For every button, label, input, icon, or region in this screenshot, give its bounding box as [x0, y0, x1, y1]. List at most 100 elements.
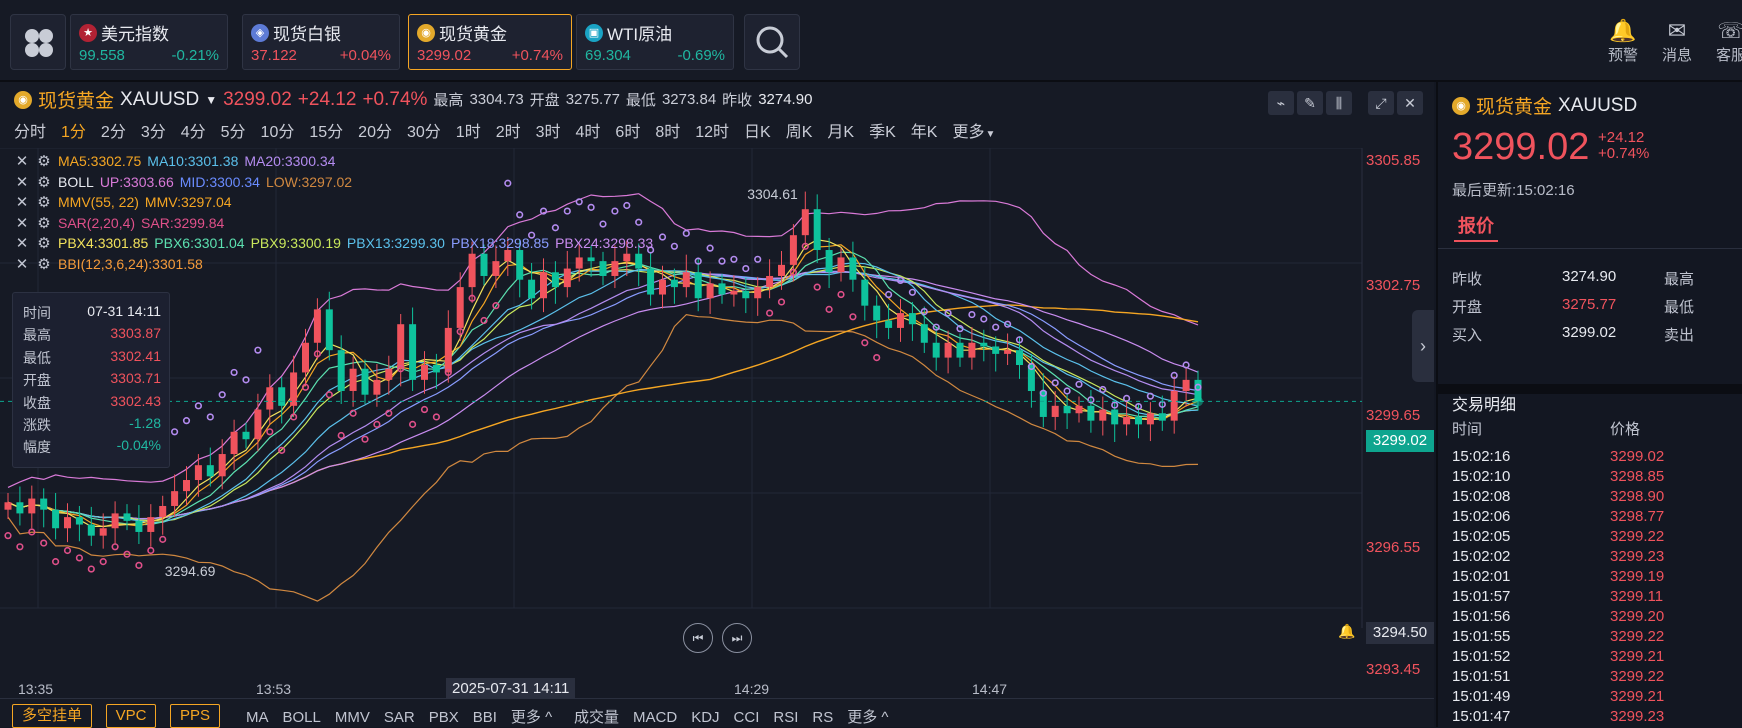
close-icon[interactable]: ✕: [14, 152, 30, 170]
settings-icon[interactable]: ⚙: [36, 255, 52, 273]
long-short-orders-button[interactable]: 多空挂单: [12, 704, 92, 728]
main-indicator-tab[interactable]: SAR: [384, 709, 415, 726]
sar-dot: [670, 242, 679, 250]
collapse-panel-button[interactable]: ›: [1412, 310, 1434, 382]
indicator-tool-button[interactable]: ⌁: [1268, 91, 1294, 115]
period-tab[interactable]: 4分: [181, 124, 206, 141]
period-tab[interactable]: 30分: [407, 124, 441, 141]
sub-indicator-tab[interactable]: 成交量: [574, 709, 619, 726]
close-icon[interactable]: ✕: [14, 234, 30, 252]
chevron-down-icon[interactable]: ▼: [205, 93, 217, 107]
settings-icon[interactable]: ⚙: [36, 214, 52, 232]
messages-button[interactable]: ✉ 消息: [1652, 18, 1702, 65]
close-icon[interactable]: ✕: [14, 173, 30, 191]
period-tab[interactable]: 2分: [101, 124, 126, 141]
sub-indicator-tab[interactable]: MACD: [633, 709, 677, 726]
settings-icon[interactable]: ⚙: [36, 193, 52, 211]
period-tab[interactable]: 更多: [952, 124, 984, 141]
period-tab[interactable]: 8时: [655, 124, 680, 141]
close-icon[interactable]: ✕: [14, 255, 30, 273]
period-tab[interactable]: 10分: [261, 124, 295, 141]
candle-body: [492, 261, 500, 276]
ticker-price: 99.558: [79, 47, 125, 64]
sub-indicator-tab[interactable]: CCI: [734, 709, 760, 726]
y-tick: 3296.55: [1366, 539, 1421, 556]
alert-button[interactable]: 🔔 预警: [1598, 18, 1648, 65]
period-tab[interactable]: 季K: [869, 124, 896, 141]
candle-body: [992, 346, 1000, 354]
period-tab[interactable]: 12时: [695, 124, 729, 141]
period-tab[interactable]: 15分: [309, 124, 343, 141]
expand-icon: ⤢: [1375, 95, 1387, 111]
candle-body: [861, 279, 869, 306]
trade-time: 15:02:05: [1452, 528, 1511, 545]
main-indicator-tab[interactable]: BOLL: [283, 709, 321, 726]
candle-body: [682, 272, 690, 288]
main-indicator-tab[interactable]: BBI: [473, 709, 497, 726]
indicator-value: BOLL: [58, 173, 94, 190]
fullscreen-button[interactable]: ⤢: [1368, 91, 1394, 115]
main-indicator-tab[interactable]: 更多 ^: [511, 709, 552, 726]
main-indicator-tab[interactable]: MA: [246, 709, 269, 726]
sar-dot: [361, 435, 369, 443]
sub-indicator-tab[interactable]: KDJ: [691, 709, 719, 726]
period-tab[interactable]: 3分: [141, 124, 166, 141]
symbol-name[interactable]: 现货黄金: [38, 86, 114, 113]
y-tick: 3302.75: [1366, 277, 1421, 294]
sub-indicator-tab[interactable]: 更多 ^: [847, 709, 888, 726]
period-tab[interactable]: 1时: [456, 124, 481, 141]
price-alert-bell-icon[interactable]: 🔔: [1338, 623, 1355, 640]
ticker-price: 37.122: [251, 47, 297, 64]
ticker-tile[interactable]: ◈ 现货白银 37.122 +0.04%: [242, 14, 400, 70]
vpc-button[interactable]: VPC: [106, 704, 156, 728]
candle-body: [1135, 416, 1142, 425]
period-tab[interactable]: 6时: [615, 124, 640, 141]
main-indicator-tab[interactable]: MMV: [335, 709, 370, 726]
period-tab[interactable]: 5分: [221, 124, 246, 141]
main-indicator-tab[interactable]: PBX: [429, 709, 459, 726]
ticker-change: +0.04%: [339, 47, 391, 64]
apps-grid-icon: [25, 29, 53, 57]
period-tab[interactable]: 周K: [786, 124, 813, 141]
apps-grid-button[interactable]: [10, 14, 66, 70]
symbol-code[interactable]: XAUUSD: [120, 89, 199, 111]
close-icon[interactable]: ✕: [14, 214, 30, 232]
period-tab[interactable]: 4时: [576, 124, 601, 141]
period-tab[interactable]: 年K: [911, 124, 938, 141]
support-button[interactable]: ☏ 客服: [1706, 18, 1742, 65]
close-icon[interactable]: ✕: [14, 193, 30, 211]
ticker-tile[interactable]: ★ 美元指数 99.558 -0.21%: [70, 14, 228, 70]
candle-type-button[interactable]: ⫼: [1326, 91, 1352, 115]
indicator-value: SAR:3299.84: [141, 214, 225, 231]
trade-price: 3299.22: [1610, 628, 1665, 645]
ticker-tile[interactable]: ◉ 现货黄金 3299.02 +0.74%: [408, 14, 572, 70]
tab-quote[interactable]: 报价: [1458, 212, 1494, 238]
sub-indicator-tab[interactable]: RS: [812, 709, 833, 726]
period-tab[interactable]: 2时: [496, 124, 521, 141]
period-tab[interactable]: 月K: [827, 124, 854, 141]
period-tab[interactable]: 分时: [14, 124, 46, 141]
sub-indicator-tab[interactable]: RSI: [773, 709, 798, 726]
draw-tool-button[interactable]: ✎: [1297, 91, 1323, 115]
candle-body: [75, 517, 83, 525]
period-tab[interactable]: 20分: [358, 124, 392, 141]
sar-dot: [337, 431, 345, 440]
period-tab[interactable]: 3时: [536, 124, 561, 141]
trade-time: 15:02:02: [1452, 548, 1511, 565]
step-forward-button[interactable]: ⏭: [722, 623, 752, 653]
bottom-divider: [0, 698, 1434, 699]
step-back-button[interactable]: ⏮: [683, 623, 713, 653]
panel-pct: +0.74%: [1598, 145, 1650, 162]
settings-icon[interactable]: ⚙: [36, 173, 52, 191]
indicator-value: PBX9:3300.19: [250, 235, 341, 252]
tooltip-row: 涨跌 -1.28: [23, 415, 161, 433]
period-tab[interactable]: 日K: [744, 124, 771, 141]
search-button[interactable]: [744, 14, 800, 70]
settings-icon[interactable]: ⚙: [36, 234, 52, 252]
settings-icon[interactable]: ⚙: [36, 152, 52, 170]
pps-button[interactable]: PPS: [170, 704, 220, 728]
close-chart-button[interactable]: ✕: [1397, 91, 1423, 115]
period-tab[interactable]: 1分: [61, 124, 86, 141]
ticker-tile[interactable]: ▣ WTI原油 69.304 -0.69%: [576, 14, 734, 70]
candle-body: [1170, 390, 1178, 421]
